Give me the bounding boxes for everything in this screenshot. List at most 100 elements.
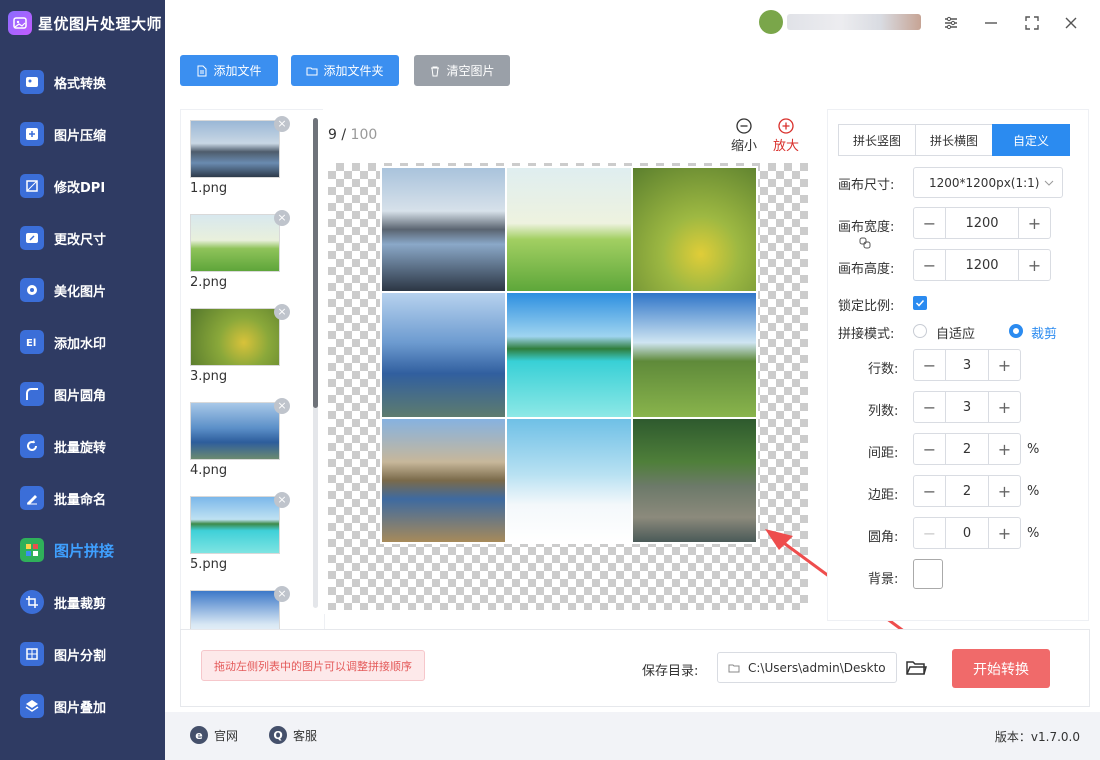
radius-stepper[interactable]: − 0 +: [913, 517, 1021, 549]
cols-label: 列数:: [868, 404, 899, 419]
tab-horizontal[interactable]: 拼长横图: [915, 124, 993, 156]
rows-stepper[interactable]: − 3 +: [913, 349, 1021, 381]
sidebar-item-split[interactable]: 图片分割: [0, 628, 165, 680]
add-folder-button[interactable]: 添加文件夹: [291, 55, 399, 86]
add-file-button[interactable]: 添加文件: [180, 55, 278, 86]
sidebar-item-round-corner[interactable]: 图片圆角: [0, 368, 165, 420]
margin-stepper[interactable]: − 2 +: [913, 475, 1021, 507]
tab-custom[interactable]: 自定义: [992, 124, 1070, 156]
support-link[interactable]: Q 客服: [269, 726, 317, 744]
remove-image-icon[interactable]: ×: [274, 304, 290, 320]
background-color-swatch[interactable]: [913, 559, 943, 589]
remove-image-icon[interactable]: ×: [274, 116, 290, 132]
canvas-height-value[interactable]: 1200: [946, 250, 1018, 280]
sidebar-item-label: 批量命名: [54, 492, 107, 508]
thumbnail-image: [190, 496, 280, 554]
sidebar-item-format-convert[interactable]: 格式转换: [0, 56, 165, 108]
chat-icon: Q: [269, 726, 287, 744]
clear-images-label: 清空图片: [446, 64, 495, 78]
increment-button[interactable]: +: [1018, 250, 1050, 280]
scrollbar-thumb[interactable]: [313, 118, 318, 408]
title-bar: [165, 0, 1100, 46]
stitch-icon: [20, 538, 44, 562]
remove-image-icon[interactable]: ×: [274, 210, 290, 226]
lock-ratio-checkbox[interactable]: [913, 296, 927, 310]
avatar[interactable]: [759, 10, 783, 34]
mode-auto-radio[interactable]: [913, 324, 927, 338]
sidebar-item-dpi[interactable]: 修改DPI: [0, 160, 165, 212]
save-directory-field[interactable]: C:\Users\admin\Deskto: [717, 652, 897, 683]
cols-stepper[interactable]: − 3 +: [913, 391, 1021, 423]
increment-button[interactable]: +: [988, 476, 1020, 506]
sidebar-item-label: 图片拼接: [54, 541, 115, 560]
close-icon[interactable]: [1060, 12, 1082, 34]
canvas-width-value[interactable]: 1200: [946, 208, 1018, 238]
decrement-button[interactable]: −: [914, 476, 946, 506]
sidebar-item-crop[interactable]: 批量裁剪: [0, 576, 165, 628]
zoom-out-button[interactable]: 缩小: [731, 117, 757, 154]
zoom-in-button[interactable]: 放大: [773, 117, 799, 154]
list-item[interactable]: × 2.png: [190, 210, 290, 290]
sidebar-item-compress[interactable]: 图片压缩: [0, 108, 165, 160]
sidebar-item-resize[interactable]: 更改尺寸: [0, 212, 165, 264]
image-convert-icon: [20, 70, 44, 94]
link-icon[interactable]: [858, 236, 872, 250]
minimize-icon[interactable]: [980, 12, 1002, 34]
main-panel: 添加文件 添加文件夹 清空图片 × 1.png × 2.png × 3.png …: [165, 46, 1100, 760]
rows-value[interactable]: 3: [946, 350, 988, 380]
increment-button[interactable]: +: [988, 392, 1020, 422]
sidebar-item-rotate[interactable]: 批量旋转: [0, 420, 165, 472]
add-file-label: 添加文件: [213, 64, 262, 78]
reorder-hint: 拖动左侧列表中的图片可以调整拼接顺序: [201, 650, 425, 681]
dpi-icon: [20, 174, 44, 198]
sidebar-item-stitch[interactable]: 图片拼接: [0, 524, 165, 576]
spacing-stepper[interactable]: − 2 +: [913, 433, 1021, 465]
decrement-button[interactable]: −: [914, 518, 946, 548]
decrement-button[interactable]: −: [914, 250, 946, 280]
tab-vertical[interactable]: 拼长竖图: [838, 124, 916, 156]
mode-crop-radio[interactable]: [1009, 324, 1023, 338]
settings-icon[interactable]: [940, 12, 962, 34]
increment-button[interactable]: +: [988, 518, 1020, 548]
list-item[interactable]: × 1.png: [190, 116, 290, 196]
remove-image-icon[interactable]: ×: [274, 492, 290, 508]
decrement-button[interactable]: −: [914, 434, 946, 464]
decrement-button[interactable]: −: [914, 208, 946, 238]
increment-button[interactable]: +: [988, 350, 1020, 380]
clear-images-button[interactable]: 清空图片: [414, 55, 510, 86]
sidebar-item-watermark[interactable]: El 添加水印: [0, 316, 165, 368]
radius-value[interactable]: 0: [946, 518, 988, 548]
thumbnail-image: [190, 214, 280, 272]
remove-image-icon[interactable]: ×: [274, 398, 290, 414]
website-link[interactable]: e 官网: [190, 726, 238, 744]
remove-image-icon[interactable]: ×: [274, 586, 290, 602]
cols-value[interactable]: 3: [946, 392, 988, 422]
sidebar-item-label: 美化图片: [54, 284, 107, 300]
decrement-button[interactable]: −: [914, 392, 946, 422]
increment-button[interactable]: +: [988, 434, 1020, 464]
beautify-icon: [20, 278, 44, 302]
mode-crop-label[interactable]: 裁剪: [1031, 323, 1057, 342]
canvas-height-stepper[interactable]: − 1200 +: [913, 249, 1051, 281]
list-item[interactable]: × 3.png: [190, 304, 290, 384]
canvas-size-select[interactable]: 1200*1200px(1:1): [913, 167, 1063, 198]
trash-icon: [431, 66, 440, 76]
sidebar-item-overlay[interactable]: 图片叠加: [0, 680, 165, 732]
decrement-button[interactable]: −: [914, 350, 946, 380]
increment-button[interactable]: +: [1018, 208, 1050, 238]
background-label: 背景:: [868, 572, 899, 587]
spacing-value[interactable]: 2: [946, 434, 988, 464]
sidebar-item-beautify[interactable]: 美化图片: [0, 264, 165, 316]
footer: e 官网 Q 客服 版本：v1.7.0.0: [165, 712, 1100, 760]
list-item[interactable]: × 5.png: [190, 492, 290, 572]
open-folder-icon[interactable]: [905, 656, 927, 678]
canvas-width-stepper[interactable]: − 1200 +: [913, 207, 1051, 239]
sidebar-item-rename[interactable]: 批量命名: [0, 472, 165, 524]
image-list[interactable]: × 1.png × 2.png × 3.png × 4.png × 5.png …: [180, 109, 325, 659]
list-item[interactable]: × 4.png: [190, 398, 290, 478]
mode-auto-label[interactable]: 自适应: [936, 323, 975, 342]
start-convert-button[interactable]: 开始转换: [952, 649, 1050, 688]
sidebar-item-label: 图片分割: [54, 648, 107, 664]
maximize-icon[interactable]: [1021, 12, 1043, 34]
margin-value[interactable]: 2: [946, 476, 988, 506]
